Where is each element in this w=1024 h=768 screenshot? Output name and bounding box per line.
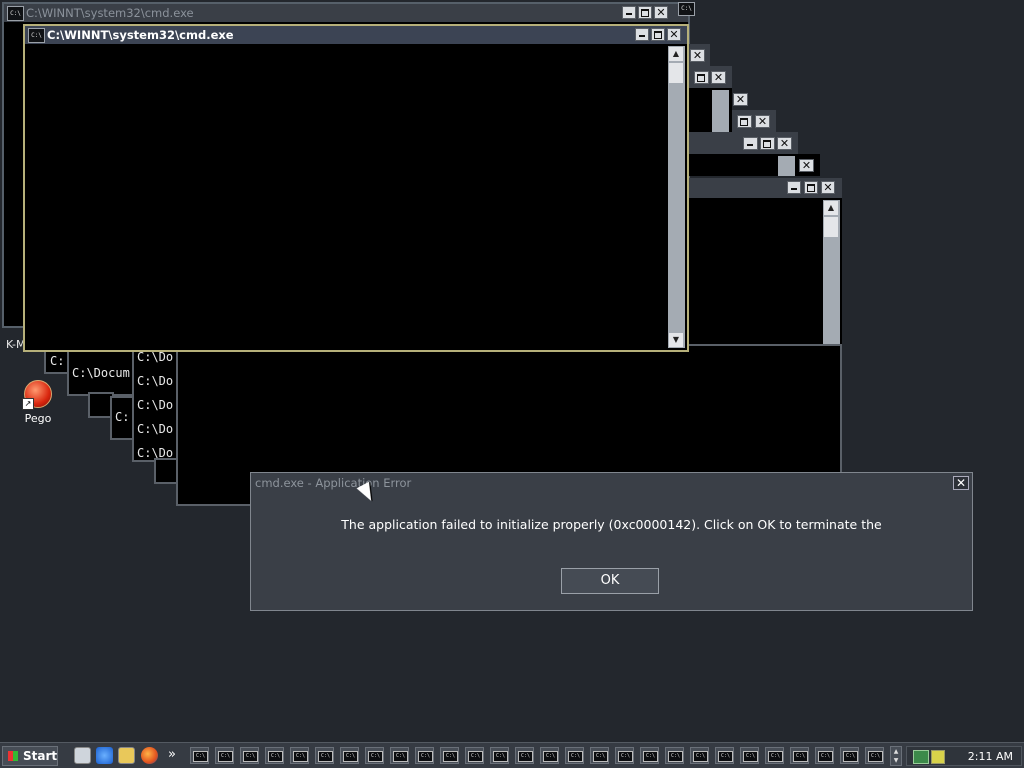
scroll-up-button[interactable]: ▲: [669, 47, 683, 61]
quicklaunch-more-icon[interactable]: »: [168, 747, 176, 762]
close-button[interactable]: ✕: [777, 137, 792, 150]
safely-remove-hardware-icon[interactable]: [913, 750, 929, 764]
taskbar-cmd-button[interactable]: [765, 747, 784, 764]
start-label: Start: [23, 749, 58, 763]
console-fragment[interactable]: C:\Docum: [67, 348, 137, 396]
console-text: C:: [50, 354, 65, 368]
taskbar-cmd-button[interactable]: [265, 747, 284, 764]
console-fragment[interactable]: C:\Do C:\Do C:\Do C:\Do C:\Do: [132, 344, 180, 462]
taskbar: Start » ▲▼ 2:11 AM: [0, 742, 1024, 768]
cmd-icon: C:\: [7, 6, 24, 21]
maximize-button[interactable]: [694, 71, 709, 84]
scroll-thumb[interactable]: [824, 217, 838, 237]
taskbar-cmd-button[interactable]: [815, 747, 834, 764]
ok-button[interactable]: OK: [561, 568, 659, 594]
vertical-scrollbar[interactable]: ▲ ▼: [668, 46, 685, 348]
cmd-icon: C:\: [28, 28, 45, 43]
taskbar-cmd-button[interactable]: [840, 747, 859, 764]
show-desktop-icon[interactable]: [74, 747, 91, 764]
close-button[interactable]: ✕: [821, 181, 835, 194]
dialog-message: The application failed to initialize pro…: [341, 517, 882, 532]
taskbar-cmd-button[interactable]: [440, 747, 459, 764]
console-text: C:\Do: [137, 350, 174, 364]
close-button[interactable]: ✕: [799, 159, 814, 172]
taskbar-cmd-button[interactable]: [465, 747, 484, 764]
close-button[interactable]: ✕: [654, 6, 668, 19]
desktop-icon-pego[interactable]: ↗ Pego: [18, 378, 58, 425]
desktop-icon-label: Pego: [24, 412, 52, 425]
console-text: C:\Do: [137, 422, 174, 436]
maximize-button[interactable]: [737, 115, 752, 128]
console-text: C:: [115, 410, 130, 424]
taskbar-cmd-button[interactable]: [615, 747, 634, 764]
maximize-button[interactable]: [760, 137, 775, 150]
taskbar-cmd-button[interactable]: [690, 747, 709, 764]
title-bar[interactable]: C:\ C:\WINNT\system32\cmd.exe ✕: [25, 26, 687, 44]
title-bar[interactable]: ✕: [688, 178, 842, 198]
clock[interactable]: 2:11 AM: [968, 750, 1013, 763]
system-tray: 2:11 AM: [906, 746, 1022, 766]
taskbar-cmd-button[interactable]: [340, 747, 359, 764]
taskbar-cmd-button[interactable]: [790, 747, 809, 764]
taskbar-cmd-button[interactable]: [865, 747, 884, 764]
minimize-button[interactable]: [743, 137, 758, 150]
minimize-button[interactable]: [622, 6, 636, 19]
maximize-button[interactable]: [638, 6, 652, 19]
cmd-icon[interactable]: C:\: [678, 2, 695, 16]
taskbar-cmd-button[interactable]: [715, 747, 734, 764]
dialog-title: cmd.exe - Application Error: [255, 476, 412, 490]
maximize-button[interactable]: [804, 181, 818, 194]
close-button[interactable]: ✕: [667, 28, 681, 41]
taskbar-cmd-button[interactable]: [515, 747, 534, 764]
taskbar-cmd-button[interactable]: [490, 747, 509, 764]
taskbar-cmd-button[interactable]: [565, 747, 584, 764]
close-button[interactable]: ✕: [711, 71, 726, 84]
taskbar-cmd-button[interactable]: [740, 747, 759, 764]
taskbar-cmd-button[interactable]: [315, 747, 334, 764]
scroll-thumb[interactable]: [669, 63, 683, 83]
taskbar-cmd-button[interactable]: [215, 747, 234, 764]
taskbar-cmd-button[interactable]: [390, 747, 409, 764]
shortcut-arrow-icon: ↗: [22, 398, 34, 410]
taskbar-cmd-button[interactable]: [290, 747, 309, 764]
taskbar-cmd-button[interactable]: [415, 747, 434, 764]
taskbar-cmd-button[interactable]: [240, 747, 259, 764]
cmd-window-front[interactable]: C:\ C:\WINNT\system32\cmd.exe ✕ ▲ ▼: [23, 24, 689, 352]
taskbar-cmd-button[interactable]: [190, 747, 209, 764]
scrollbar-fragment[interactable]: [712, 90, 729, 132]
start-button[interactable]: Start: [2, 746, 58, 766]
minimize-button[interactable]: [787, 181, 801, 194]
title-bar[interactable]: C:\ C:\WINNT\system32\cmd.exe ✕: [4, 4, 688, 22]
explorer-icon[interactable]: [118, 747, 135, 764]
window-title: C:\WINNT\system32\cmd.exe: [47, 28, 234, 42]
windows-flag-icon: [8, 751, 18, 761]
minimize-button[interactable]: [635, 28, 649, 41]
console-text: C:\Do: [137, 398, 174, 412]
close-button[interactable]: ✕: [755, 115, 770, 128]
dialog-close-button[interactable]: ✕: [953, 476, 969, 490]
taskbar-cmd-button[interactable]: [365, 747, 384, 764]
taskbar-cmd-button[interactable]: [540, 747, 559, 764]
taskbar-cmd-button[interactable]: [640, 747, 659, 764]
close-button[interactable]: ✕: [690, 49, 705, 62]
taskbar-cmd-button[interactable]: [590, 747, 609, 764]
taskbar-scroll-icon[interactable]: ▲ ▼: [890, 746, 902, 766]
scrollbar-fragment[interactable]: [778, 156, 795, 176]
network-icon[interactable]: [931, 750, 945, 764]
scroll-up-button[interactable]: ▲: [824, 201, 838, 215]
close-button[interactable]: ✕: [733, 93, 748, 106]
taskbar-cmd-button[interactable]: [665, 747, 684, 764]
firefox-icon[interactable]: [141, 747, 158, 764]
internet-explorer-icon[interactable]: [96, 747, 113, 764]
console-text: C:\Do: [137, 374, 174, 388]
console-text: C:\Docum: [72, 366, 130, 380]
window-title: C:\WINNT\system32\cmd.exe: [26, 6, 194, 20]
maximize-button[interactable]: [651, 28, 665, 41]
scroll-down-button[interactable]: ▼: [669, 333, 683, 347]
